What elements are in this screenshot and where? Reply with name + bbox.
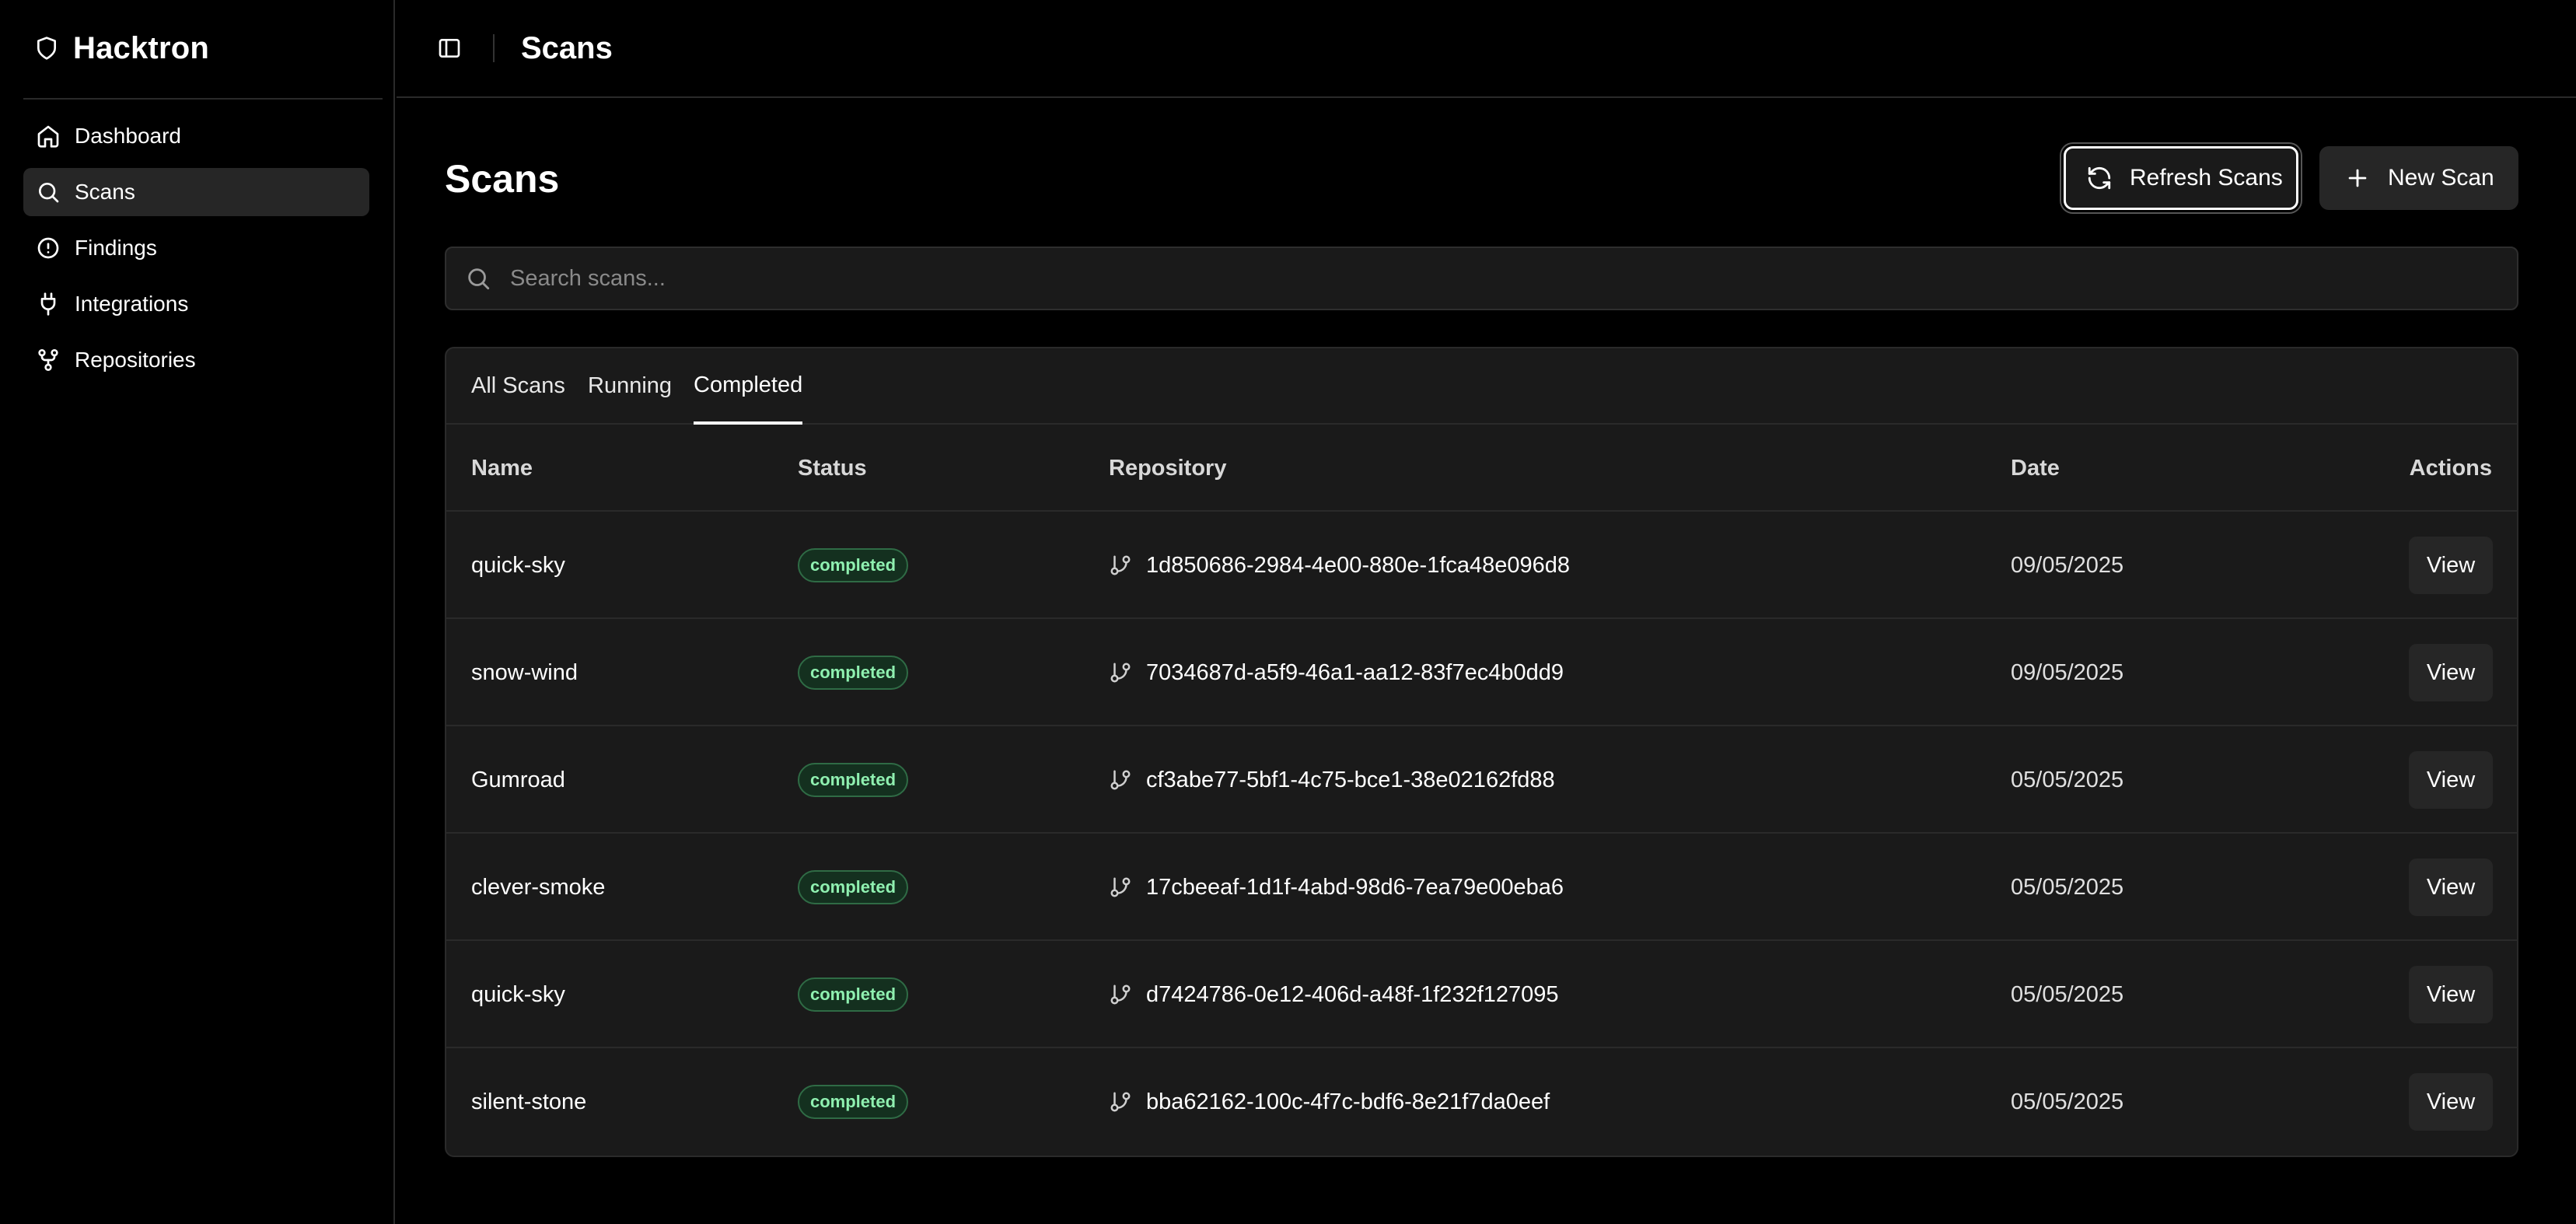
column-header-name: Name — [471, 456, 533, 481]
shield-icon — [37, 37, 56, 60]
scan-name: silent-stone — [471, 1089, 587, 1114]
refresh-icon — [2088, 166, 2111, 190]
scan-date: 05/05/2025 — [2011, 1089, 2124, 1114]
git-branch-icon — [1110, 1092, 1131, 1112]
sidebar-item-label: Integrations — [75, 292, 189, 316]
sidebar: Hacktron Dashboard Scans Findings Integr… — [0, 0, 395, 1224]
search-bar — [445, 247, 2518, 310]
scan-name: clever-smoke — [471, 875, 606, 900]
search-icon — [468, 268, 490, 290]
repository-cell: 1d850686-2984-4e00-880e-1fca48e096d8 — [1109, 512, 1570, 619]
repository-cell: 7034687d-a5f9-46a1-aa12-83f7ec4b0dd9 — [1109, 619, 1564, 726]
git-fork-icon — [38, 349, 58, 371]
scan-date: 05/05/2025 — [2011, 875, 2124, 900]
scan-name: snow-wind — [471, 660, 578, 685]
sidebar-item-scans[interactable]: Scans — [23, 168, 369, 216]
column-header-status: Status — [798, 456, 867, 481]
alert-circle-icon — [37, 237, 59, 259]
table-row: silent-stone completed bba62162-100c-4f7… — [446, 1048, 2517, 1156]
sidebar-item-findings[interactable]: Findings — [23, 224, 369, 272]
repository-cell: bba62162-100c-4f7c-bdf6-8e21f7da0eef — [1109, 1048, 1550, 1156]
git-branch-icon — [1110, 555, 1131, 575]
repository-id: bba62162-100c-4f7c-bdf6-8e21f7da0eef — [1146, 1089, 1550, 1114]
panel-left-icon — [439, 39, 460, 58]
header-title: Scans — [521, 31, 613, 65]
status-badge: completed — [798, 548, 909, 582]
repository-cell: cf3abe77-5bf1-4c75-bce1-38e02162fd88 — [1109, 726, 1555, 834]
table-row: snow-wind completed 7034687d-a5f9-46a1-a… — [446, 619, 2517, 726]
tab-completed[interactable]: Completed — [694, 348, 803, 425]
table-row: clever-smoke completed 17cbeeaf-1d1f-4ab… — [446, 834, 2517, 941]
new-scan-label: New Scan — [2388, 165, 2494, 191]
view-button[interactable]: View — [2409, 859, 2493, 916]
page-title: Scans — [445, 157, 560, 201]
repository-id: cf3abe77-5bf1-4c75-bce1-38e02162fd88 — [1146, 767, 1555, 792]
scan-name: quick-sky — [471, 553, 565, 578]
repository-cell: 17cbeeaf-1d1f-4abd-98d6-7ea79e00eba6 — [1109, 834, 1564, 941]
sidebar-item-label: Scans — [75, 180, 135, 204]
scan-date: 05/05/2025 — [2011, 982, 2124, 1007]
column-header-date: Date — [2011, 456, 2060, 481]
home-icon — [37, 125, 59, 148]
status-badge: completed — [798, 656, 909, 690]
brand[interactable]: Hacktron — [34, 28, 209, 68]
refresh-scans-label: Refresh Scans — [2130, 165, 2283, 191]
sidebar-item-integrations[interactable]: Integrations — [23, 280, 369, 328]
scan-date: 09/05/2025 — [2011, 660, 2124, 685]
repository-id: d7424786-0e12-406d-a48f-1f232f127095 — [1146, 981, 1559, 1007]
plus-icon — [2348, 169, 2367, 187]
sidebar-item-label: Dashboard — [75, 124, 181, 148]
git-branch-icon — [1110, 663, 1131, 683]
repository-id: 7034687d-a5f9-46a1-aa12-83f7ec4b0dd9 — [1146, 659, 1564, 685]
top-header: Scans — [397, 0, 2576, 98]
view-button[interactable]: View — [2409, 537, 2493, 594]
view-button[interactable]: View — [2409, 751, 2493, 809]
tab-running[interactable]: Running — [588, 348, 672, 425]
sidebar-item-label: Repositories — [75, 348, 196, 372]
scan-date: 09/05/2025 — [2011, 553, 2124, 578]
sidebar-nav: Dashboard Scans Findings Integrations Re… — [23, 112, 369, 392]
status-badge: completed — [798, 870, 909, 904]
scan-name: Gumroad — [471, 768, 565, 792]
repository-cell: d7424786-0e12-406d-a48f-1f232f127095 — [1109, 941, 1559, 1048]
sidebar-item-repositories[interactable]: Repositories — [23, 336, 369, 384]
sidebar-divider — [23, 98, 383, 100]
scans-card: All Scans Running Completed Name Status … — [445, 347, 2518, 1157]
header-separator — [493, 34, 495, 62]
tab-all-scans[interactable]: All Scans — [471, 348, 565, 425]
view-button[interactable]: View — [2409, 1073, 2493, 1131]
sidebar-item-label: Findings — [75, 236, 157, 260]
refresh-scans-button[interactable]: Refresh Scans — [2064, 146, 2298, 210]
column-header-actions: Actions — [2409, 456, 2492, 481]
git-branch-icon — [1110, 770, 1131, 790]
column-header-repository: Repository — [1109, 456, 1227, 481]
git-branch-icon — [1110, 984, 1131, 1005]
scan-date: 05/05/2025 — [2011, 768, 2124, 792]
scan-tabs: All Scans Running Completed — [446, 348, 2517, 425]
repository-id: 1d850686-2984-4e00-880e-1fca48e096d8 — [1146, 552, 1571, 578]
new-scan-button[interactable]: New Scan — [2319, 146, 2518, 210]
view-button[interactable]: View — [2409, 644, 2493, 701]
scan-name: quick-sky — [471, 982, 565, 1007]
sidebar-item-dashboard[interactable]: Dashboard — [23, 112, 369, 160]
git-branch-icon — [1110, 877, 1131, 897]
repository-id: 17cbeeaf-1d1f-4abd-98d6-7ea79e00eba6 — [1146, 874, 1564, 900]
table-row: quick-sky completed 1d850686-2984-4e00-8… — [446, 512, 2517, 619]
view-button[interactable]: View — [2409, 966, 2493, 1023]
table-row: Gumroad completed cf3abe77-5bf1-4c75-bce… — [446, 726, 2517, 834]
status-badge: completed — [798, 1085, 909, 1119]
status-badge: completed — [798, 763, 909, 797]
search-icon — [39, 183, 59, 203]
app-name: Hacktron — [73, 30, 209, 65]
status-badge: completed — [798, 977, 909, 1012]
table-header: Name Status Repository Date Actions — [446, 425, 2517, 512]
plug-icon — [40, 292, 56, 316]
table-row: quick-sky completed d7424786-0e12-406d-a… — [446, 941, 2517, 1048]
sidebar-toggle-button[interactable] — [432, 31, 467, 65]
search-input[interactable] — [510, 265, 2454, 292]
